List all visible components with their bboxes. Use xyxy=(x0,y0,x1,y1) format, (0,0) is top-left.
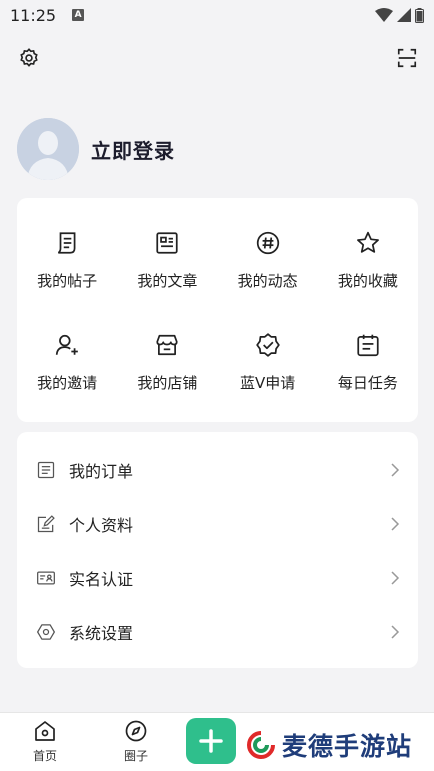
settings-hexagon-icon xyxy=(35,621,57,643)
menu-label: 实名认证 xyxy=(69,570,134,589)
calendar-task-icon xyxy=(353,330,383,360)
signal-icon xyxy=(397,8,411,22)
add-post-button[interactable] xyxy=(186,718,236,764)
grid-item-my-articles[interactable]: 我的文章 xyxy=(117,228,217,330)
status-time: 11:25 xyxy=(10,5,57,25)
store-icon xyxy=(152,330,182,360)
post-icon xyxy=(52,228,82,258)
shortcut-grid: 我的帖子 我的文章 我的动态 我的收藏 我的邀请 我的店铺 蓝V申请 每日任务 xyxy=(17,198,418,432)
menu-item-system-settings[interactable]: 系统设置 xyxy=(17,605,418,659)
invite-user-icon xyxy=(52,330,82,360)
scan-icon[interactable] xyxy=(393,44,421,72)
home-icon xyxy=(35,721,55,741)
id-card-icon xyxy=(35,567,57,589)
grid-item-my-favorites[interactable]: 我的收藏 xyxy=(318,228,418,330)
notification-badge: A xyxy=(72,9,85,21)
login-link[interactable]: 立即登录 xyxy=(91,135,175,164)
hashtag-icon xyxy=(253,228,283,258)
grid-label: 蓝V申请 xyxy=(239,374,296,392)
top-bar xyxy=(0,40,434,80)
grid-item-my-store[interactable]: 我的店铺 xyxy=(117,330,217,432)
nav-home[interactable]: 首页 xyxy=(15,719,75,764)
menu-label: 个人资料 xyxy=(69,516,134,535)
watermark: 麦德手游站 xyxy=(242,720,434,770)
menu-label: 系统设置 xyxy=(69,624,134,643)
grid-label: 我的收藏 xyxy=(337,272,398,290)
watermark-text: 麦德手游站 xyxy=(282,732,413,761)
grid-label: 每日任务 xyxy=(337,374,398,392)
grid-label: 我的邀请 xyxy=(37,374,98,392)
grid-item-my-invites[interactable]: 我的邀请 xyxy=(17,330,117,432)
nav-label: 圈子 xyxy=(123,749,148,763)
grid-label: 我的帖子 xyxy=(37,272,98,290)
profile-header[interactable]: 立即登录 xyxy=(17,118,175,180)
menu-item-real-name-auth[interactable]: 实名认证 xyxy=(17,551,418,605)
menu-label: 我的订单 xyxy=(69,462,134,481)
nav-label: 首页 xyxy=(32,749,57,763)
grid-label: 我的文章 xyxy=(137,272,198,290)
grid-label: 我的店铺 xyxy=(137,374,198,392)
edit-profile-icon xyxy=(35,513,57,535)
watermark-logo-icon xyxy=(247,731,275,759)
plus-icon xyxy=(199,729,223,753)
order-icon xyxy=(35,459,57,481)
menu-item-profile[interactable]: 个人资料 xyxy=(17,497,418,551)
grid-item-my-updates[interactable]: 我的动态 xyxy=(218,228,318,330)
menu-list-card: 我的订单 个人资料 实名认证 系统设置 xyxy=(17,432,418,668)
status-bar: 11:25 A xyxy=(0,0,434,30)
compass-icon xyxy=(125,720,147,742)
chevron-right-icon xyxy=(390,570,400,586)
status-icons xyxy=(375,7,424,23)
star-icon xyxy=(353,228,383,258)
menu-item-orders[interactable]: 我的订单 xyxy=(17,443,418,497)
chevron-right-icon xyxy=(390,462,400,478)
shortcut-grid-card: 我的帖子 我的文章 我的动态 我的收藏 我的邀请 我的店铺 蓝V申请 每日任务 xyxy=(17,198,418,422)
battery-icon xyxy=(415,7,424,23)
article-icon xyxy=(152,228,182,258)
grid-label: 我的动态 xyxy=(237,272,298,290)
grid-item-my-posts[interactable]: 我的帖子 xyxy=(17,228,117,330)
chevron-right-icon xyxy=(390,516,400,532)
avatar[interactable] xyxy=(17,118,79,180)
nav-circle[interactable]: 圈子 xyxy=(106,719,166,764)
chevron-right-icon xyxy=(390,624,400,640)
settings-gear-icon[interactable] xyxy=(15,44,43,72)
wifi-icon xyxy=(375,8,393,22)
grid-item-daily-tasks[interactable]: 每日任务 xyxy=(318,330,418,432)
verified-badge-icon xyxy=(253,330,283,360)
grid-item-blue-v-apply[interactable]: 蓝V申请 xyxy=(218,330,318,432)
